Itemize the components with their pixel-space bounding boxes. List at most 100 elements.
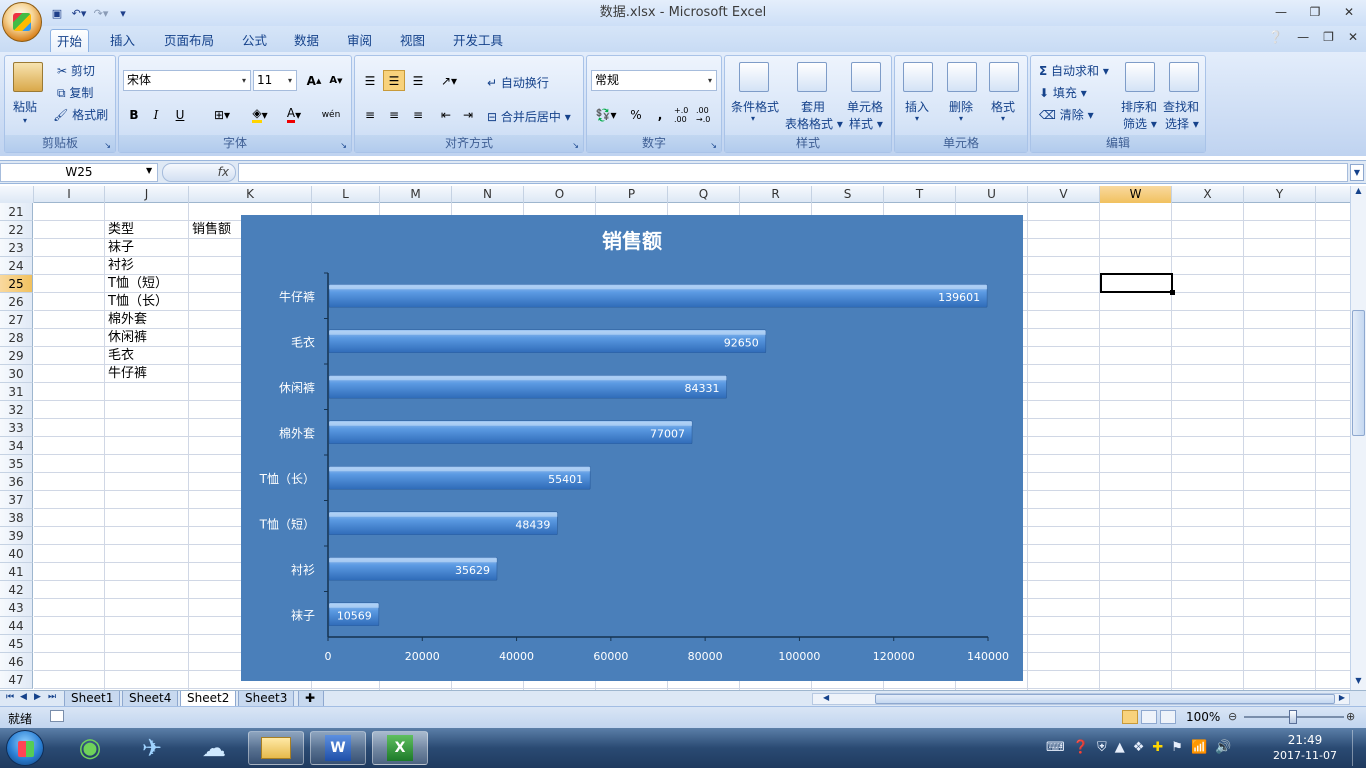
clock[interactable]: 21:49 2017-11-07	[1270, 732, 1340, 764]
row-header-24[interactable]: 24	[0, 257, 33, 275]
column-header-w[interactable]: W	[1100, 186, 1172, 203]
scroll-thumb[interactable]	[1352, 310, 1365, 436]
row-header-22[interactable]: 22	[0, 221, 33, 239]
row-header-26[interactable]: 26	[0, 293, 33, 311]
active-cell-w25[interactable]	[1100, 273, 1175, 295]
conditional-format-button[interactable]: 条件格式	[731, 98, 779, 115]
tab-home[interactable]: 开始	[50, 29, 90, 52]
app-tray-icon[interactable]: ❖	[1133, 740, 1145, 755]
row-header-41[interactable]: 41	[0, 563, 33, 581]
column-header-m[interactable]: M	[380, 186, 452, 203]
column-header-t[interactable]: T	[884, 186, 956, 203]
cell-styles-line1[interactable]: 单元格	[847, 98, 883, 115]
horizontal-scrollbar[interactable]: ◀ ▶	[812, 693, 1350, 705]
sort-filter-line2[interactable]: 筛选 ▾	[1123, 115, 1157, 132]
sort-filter-icon[interactable]	[1125, 62, 1155, 92]
row-header-44[interactable]: 44	[0, 617, 33, 635]
taskbar-ie-icon[interactable]: ◉	[62, 731, 118, 765]
row-header-33[interactable]: 33	[0, 419, 33, 437]
column-header-v[interactable]: V	[1028, 186, 1100, 203]
ribbon-minimize-icon[interactable]: —	[1297, 30, 1309, 44]
decrease-indent-icon[interactable]: ⇤	[435, 104, 457, 125]
bold-button[interactable]: B	[123, 104, 145, 125]
increase-indent-icon[interactable]: ⇥	[457, 104, 479, 125]
find-select-line2[interactable]: 选择 ▾	[1165, 115, 1199, 132]
last-sheet-icon[interactable]: ⏭	[48, 692, 56, 702]
taskbar-word-icon[interactable]: W	[310, 731, 366, 765]
align-middle-icon[interactable]: ☰	[383, 70, 405, 91]
column-header-u[interactable]: U	[956, 186, 1028, 203]
font-color-button[interactable]: A ▾	[279, 104, 309, 125]
vertical-scrollbar[interactable]: ▲ ▼	[1350, 186, 1366, 690]
plus-tray-icon[interactable]: ✚	[1152, 740, 1163, 755]
dialog-launcher-icon[interactable]: ↘	[104, 141, 111, 150]
align-top-icon[interactable]: ☰	[359, 70, 381, 91]
fill-color-button[interactable]: ◈ ▾	[243, 104, 277, 125]
delete-cells-icon[interactable]	[947, 62, 977, 92]
merge-center-button[interactable]: ⊟ 合并后居中 ▾	[487, 108, 571, 125]
hscroll-thumb[interactable]	[875, 694, 1335, 704]
column-header-p[interactable]: P	[596, 186, 668, 203]
first-sheet-icon[interactable]: ⏮	[6, 692, 14, 702]
insert-cells-button[interactable]: 插入	[905, 98, 929, 115]
row-header-34[interactable]: 34	[0, 437, 33, 455]
start-button[interactable]	[6, 730, 44, 766]
column-header-q[interactable]: Q	[668, 186, 740, 203]
row-header-30[interactable]: 30	[0, 365, 33, 383]
cell-j27[interactable]: 棉外套	[108, 311, 147, 329]
row-header-46[interactable]: 46	[0, 653, 33, 671]
row-header-36[interactable]: 36	[0, 473, 33, 491]
tab-review[interactable]: 审阅	[341, 29, 378, 52]
normal-view-icon[interactable]	[1122, 710, 1138, 724]
shield-tray-icon[interactable]: ⛨	[1097, 740, 1107, 755]
table-format-icon[interactable]	[797, 62, 827, 92]
row-header-31[interactable]: 31	[0, 383, 33, 401]
tab-view[interactable]: 视图	[394, 29, 431, 52]
cell-j22[interactable]: 类型	[108, 221, 134, 239]
wrap-text-button[interactable]: ↵ 自动换行	[487, 74, 549, 91]
italic-button[interactable]: I	[145, 104, 167, 125]
taskbar-cloud-icon[interactable]: ☁	[186, 731, 242, 765]
office-button[interactable]	[2, 2, 42, 42]
name-box-dropdown-icon[interactable]: ▼	[146, 166, 152, 175]
sheet-tab-sheet3[interactable]: Sheet3	[238, 691, 295, 707]
scroll-right-icon[interactable]: ▶	[1339, 693, 1345, 702]
align-center-icon[interactable]: ≡	[383, 104, 405, 125]
find-select-line1[interactable]: 查找和	[1163, 98, 1199, 115]
cell-j24[interactable]: 衬衫	[108, 257, 134, 275]
cell-j30[interactable]: 牛仔裤	[108, 365, 147, 383]
tab-developer[interactable]: 开发工具	[447, 29, 509, 52]
comma-button[interactable]: ,	[649, 104, 671, 125]
column-header-y[interactable]: Y	[1244, 186, 1316, 203]
expand-formula-icon[interactable]: ▼	[1350, 164, 1364, 181]
row-header-42[interactable]: 42	[0, 581, 33, 599]
row-header-47[interactable]: 47	[0, 671, 33, 689]
prev-sheet-icon[interactable]: ◀	[20, 692, 27, 702]
row-header-29[interactable]: 29	[0, 347, 33, 365]
cell-j23[interactable]: 袜子	[108, 239, 134, 257]
undo-icon[interactable]: ↶▾	[70, 5, 88, 21]
insert-cells-icon[interactable]	[903, 62, 933, 92]
macro-record-icon[interactable]	[50, 710, 64, 722]
show-desktop-button[interactable]	[1352, 730, 1364, 766]
column-header-o[interactable]: O	[524, 186, 596, 203]
restore-icon[interactable]: ❐	[1298, 0, 1332, 24]
currency-icon[interactable]: 💱▾	[591, 104, 621, 125]
font-size-combo[interactable]: 11 ▾	[253, 70, 297, 91]
column-header-l[interactable]: L	[312, 186, 380, 203]
column-header-n[interactable]: N	[452, 186, 524, 203]
delete-cells-button[interactable]: 删除	[949, 98, 973, 115]
tab-insert[interactable]: 插入	[104, 29, 141, 52]
show-hidden-tray-icon[interactable]: ▲	[1115, 740, 1125, 755]
zoom-slider-thumb[interactable]	[1289, 710, 1297, 724]
volume-tray-icon[interactable]: 🔊	[1215, 740, 1231, 755]
page-layout-view-icon[interactable]	[1141, 710, 1157, 724]
ribbon-restore-icon[interactable]: ❐	[1323, 30, 1334, 44]
row-header-32[interactable]: 32	[0, 401, 33, 419]
sheet-tab-sheet1[interactable]: Sheet1	[64, 691, 121, 707]
save-icon[interactable]: ▣	[48, 5, 66, 21]
paste-button[interactable]: 粘贴	[13, 98, 37, 115]
dialog-launcher-icon[interactable]: ↘	[572, 141, 579, 150]
row-header-35[interactable]: 35	[0, 455, 33, 473]
fill-button[interactable]: ⬇ 填充 ▾	[1039, 84, 1087, 101]
